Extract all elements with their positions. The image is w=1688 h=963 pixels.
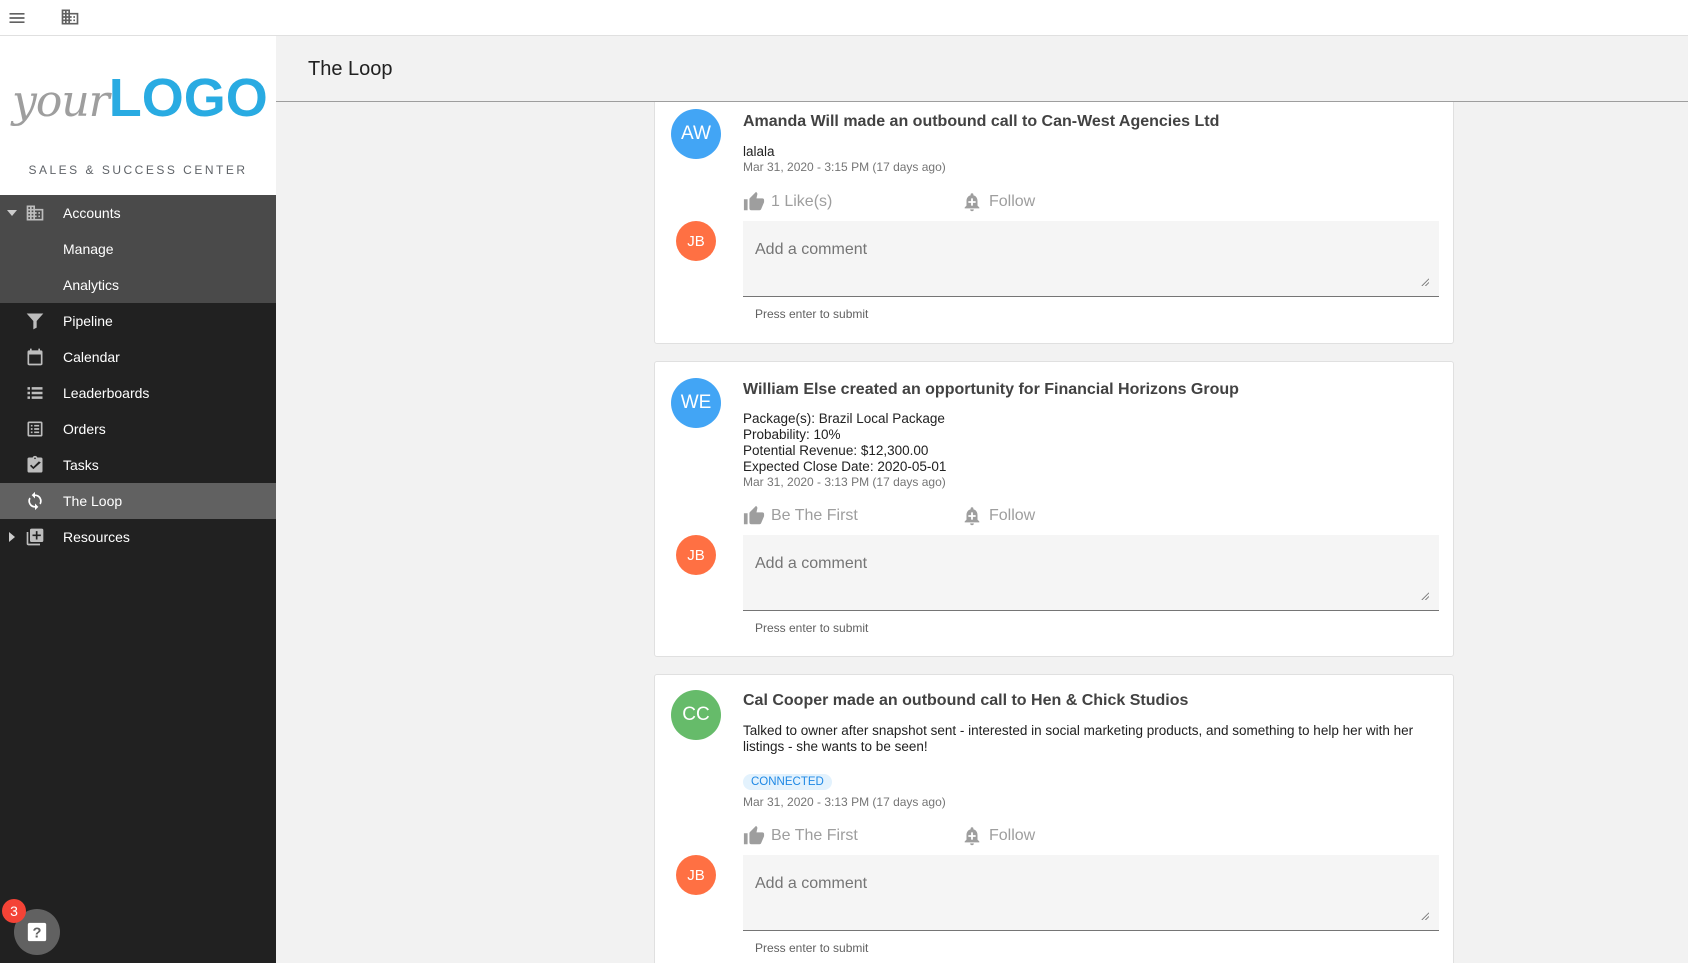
list-icon [27, 387, 43, 399]
commenter-avatar: JB [676, 221, 716, 261]
sidebar-item-label: Calendar [63, 349, 120, 365]
author-avatar: AW [671, 109, 721, 159]
post-body: Package(s): Brazil Local Package Probabi… [743, 411, 947, 474]
loop-feed: AW Amanda Will made an outbound call to … [276, 102, 1688, 963]
sidebar-item-resources[interactable]: Resources [0, 519, 276, 555]
app-logo: yourLOGO [12, 68, 268, 128]
thumbs-up-icon [743, 825, 765, 845]
calendar-icon [27, 348, 43, 366]
top-bar [0, 0, 1688, 36]
svg-text:?: ? [33, 926, 42, 942]
sidebar-item-label: Orders [63, 421, 106, 437]
follow-button[interactable]: Follow [961, 505, 1035, 527]
post-title: Cal Cooper made an outbound call to Hen … [743, 692, 1189, 709]
status-badge: CONNECTED [743, 774, 832, 790]
library-icon [26, 528, 44, 546]
comment-hint: Press enter to submit [755, 307, 869, 321]
commenter-avatar: JB [676, 535, 716, 575]
author-avatar: CC [671, 690, 721, 740]
sidebar: yourLOGO SALES & SUCCESS CENTER Accounts… [0, 36, 276, 963]
logo-area: yourLOGO SALES & SUCCESS CENTER [0, 36, 276, 195]
comment-input[interactable] [743, 535, 1439, 610]
post-timestamp: Mar 31, 2020 - 3:13 PM (17 days ago) [743, 795, 946, 809]
sidebar-item-leaderboards[interactable]: Leaderboards [0, 375, 276, 411]
app-tagline: SALES & SUCCESS CENTER [28, 163, 248, 177]
help-question-icon: ? [27, 922, 47, 942]
sidebar-item-tasks[interactable]: Tasks [0, 447, 276, 483]
commenter-avatar: JB [676, 855, 716, 895]
bell-plus-icon [964, 507, 980, 526]
sidebar-item-label: Pipeline [63, 313, 113, 329]
like-button[interactable]: Be The First [743, 825, 858, 847]
post-title: William Else created an opportunity for … [743, 381, 1239, 398]
caret-right-icon [9, 532, 15, 542]
sidebar-item-the-loop[interactable]: The Loop [0, 483, 276, 519]
resize-grip-icon[interactable] [1420, 911, 1429, 920]
building-icon [26, 205, 44, 221]
post-body: lalala [743, 144, 775, 159]
notification-badge: 3 [2, 899, 26, 923]
sidebar-item-label: Manage [63, 241, 114, 257]
help-widget[interactable]: ? 3 [0, 897, 62, 959]
comment-field[interactable] [743, 535, 1439, 611]
bell-plus-icon [964, 193, 980, 212]
sidebar-item-manage[interactable]: Manage [0, 231, 276, 267]
feed-card: AW Amanda Will made an outbound call to … [654, 102, 1454, 344]
sidebar-item-orders[interactable]: Orders [0, 411, 276, 447]
post-timestamp: Mar 31, 2020 - 3:13 PM (17 days ago) [743, 475, 946, 489]
sidebar-item-label: Leaderboards [63, 385, 150, 401]
thumbs-up-icon [743, 191, 765, 211]
comment-input[interactable] [743, 855, 1439, 930]
post-title: Amanda Will made an outbound call to Can… [743, 113, 1220, 130]
bell-plus-icon [964, 827, 980, 846]
comment-field[interactable] [743, 855, 1439, 931]
page-header: The Loop [276, 36, 1688, 102]
orders-icon [27, 421, 43, 437]
post-body: Talked to owner after snapshot sent - in… [743, 723, 1414, 754]
resize-grip-icon[interactable] [1420, 277, 1429, 286]
sidebar-item-analytics[interactable]: Analytics [0, 267, 276, 303]
follow-button[interactable]: Follow [961, 191, 1035, 213]
hamburger-menu-icon[interactable] [7, 8, 27, 28]
sidebar-nav: Accounts Manage Analytics Pipeline Calen… [0, 195, 276, 555]
comment-hint: Press enter to submit [755, 941, 869, 955]
like-button[interactable]: 1 Like(s) [743, 191, 832, 213]
feed-card: CC Cal Cooper made an outbound call to H… [654, 674, 1454, 963]
page-title: The Loop [308, 58, 393, 80]
comment-field[interactable] [743, 221, 1439, 297]
author-avatar: WE [671, 378, 721, 428]
feed-card: WE William Else created an opportunity f… [654, 361, 1454, 657]
sidebar-item-label: Resources [63, 529, 130, 545]
post-timestamp: Mar 31, 2020 - 3:15 PM (17 days ago) [743, 160, 946, 174]
funnel-icon [26, 313, 44, 330]
caret-down-icon [7, 210, 17, 216]
resize-grip-icon[interactable] [1420, 591, 1429, 600]
clipboard-check-icon [27, 455, 43, 473]
like-button[interactable]: Be The First [743, 505, 858, 527]
sidebar-item-calendar[interactable]: Calendar [0, 339, 276, 375]
sidebar-item-pipeline[interactable]: Pipeline [0, 303, 276, 339]
sidebar-item-accounts[interactable]: Accounts [0, 195, 276, 231]
comment-input[interactable] [743, 221, 1439, 296]
sidebar-item-label: Tasks [63, 457, 99, 473]
follow-button[interactable]: Follow [961, 825, 1035, 847]
sidebar-item-label: Accounts [63, 205, 121, 221]
thumbs-up-icon [743, 505, 765, 525]
comment-hint: Press enter to submit [755, 621, 869, 635]
sidebar-item-label: Analytics [63, 277, 120, 293]
sidebar-item-label: The Loop [63, 493, 123, 509]
building-icon[interactable] [60, 7, 80, 27]
sync-icon [28, 491, 42, 511]
